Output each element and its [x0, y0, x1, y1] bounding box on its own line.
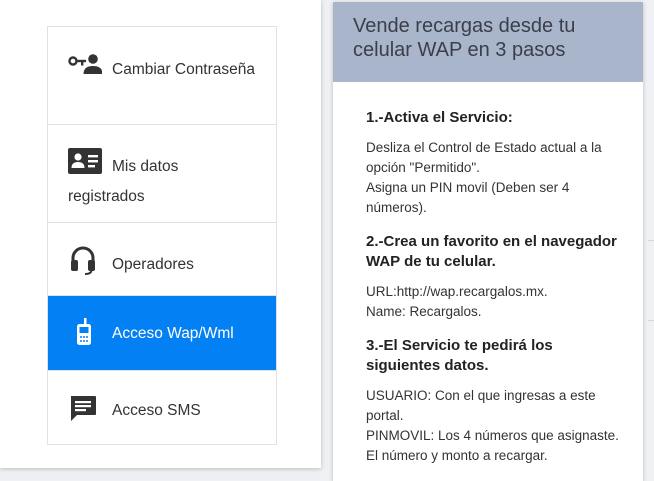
chat-message-icon: [69, 394, 97, 427]
menu-item-label: Acceso SMS: [112, 402, 201, 419]
step-title: 3.-El Servicio te pedirá los siguientes …: [366, 337, 553, 374]
menu-item-label: Operadores: [112, 256, 194, 273]
menu-item-acceso-wap-wml[interactable]: Acceso Wap/Wml: [48, 296, 276, 371]
step-2: 2.-Crea un favorito en el navegador WAP …: [366, 232, 625, 322]
menu-item-label: Mis datos registrados: [68, 158, 179, 205]
panel-title: Vende recargas desde tu celular WAP en 3…: [353, 15, 576, 61]
menu-item-mis-datos-registrados[interactable]: Mis datos registrados: [48, 125, 276, 223]
menu-item-label: Acceso Wap/Wml: [112, 325, 234, 342]
menu-item-cambiar-contrasena[interactable]: Cambiar Contraseña: [48, 27, 276, 125]
step-title: 1.-Activa el Servicio:: [366, 109, 513, 126]
menu-item-operadores[interactable]: Operadores: [48, 223, 276, 296]
step-text: USUARIO: Con el que ingresas a este port…: [366, 388, 619, 463]
wap-instructions-panel: Vende recargas desde tu celular WAP en 3…: [333, 2, 643, 481]
step-title: 2.-Crea un favorito en el navegador WAP …: [366, 233, 617, 270]
menu-item-acceso-sms[interactable]: Acceso SMS: [48, 371, 276, 444]
account-menu: Cambiar Contraseña Mis datos registrados: [47, 26, 277, 445]
sidebar-card: Cambiar Contraseña Mis datos registrados: [0, 0, 321, 468]
step-3: 3.-El Servicio te pedirá los siguientes …: [366, 336, 625, 466]
step-text: Desliza el Control de Estado actual a la…: [366, 140, 602, 215]
step-text: URL:http://wap.recargalos.mx. Name: Recar…: [366, 284, 548, 319]
mobile-phone-icon: [76, 318, 92, 351]
panel-header: Vende recargas desde tu celular WAP en 3…: [333, 2, 643, 82]
divider: [648, 240, 654, 241]
step-1: 1.-Activa el Servicio: Desliza el Contro…: [366, 108, 625, 218]
divider: [648, 320, 654, 321]
headset-icon: [70, 245, 96, 280]
menu-item-label: Cambiar Contraseña: [112, 61, 256, 78]
panel-body: 1.-Activa el Servicio: Desliza el Contro…: [333, 82, 643, 466]
